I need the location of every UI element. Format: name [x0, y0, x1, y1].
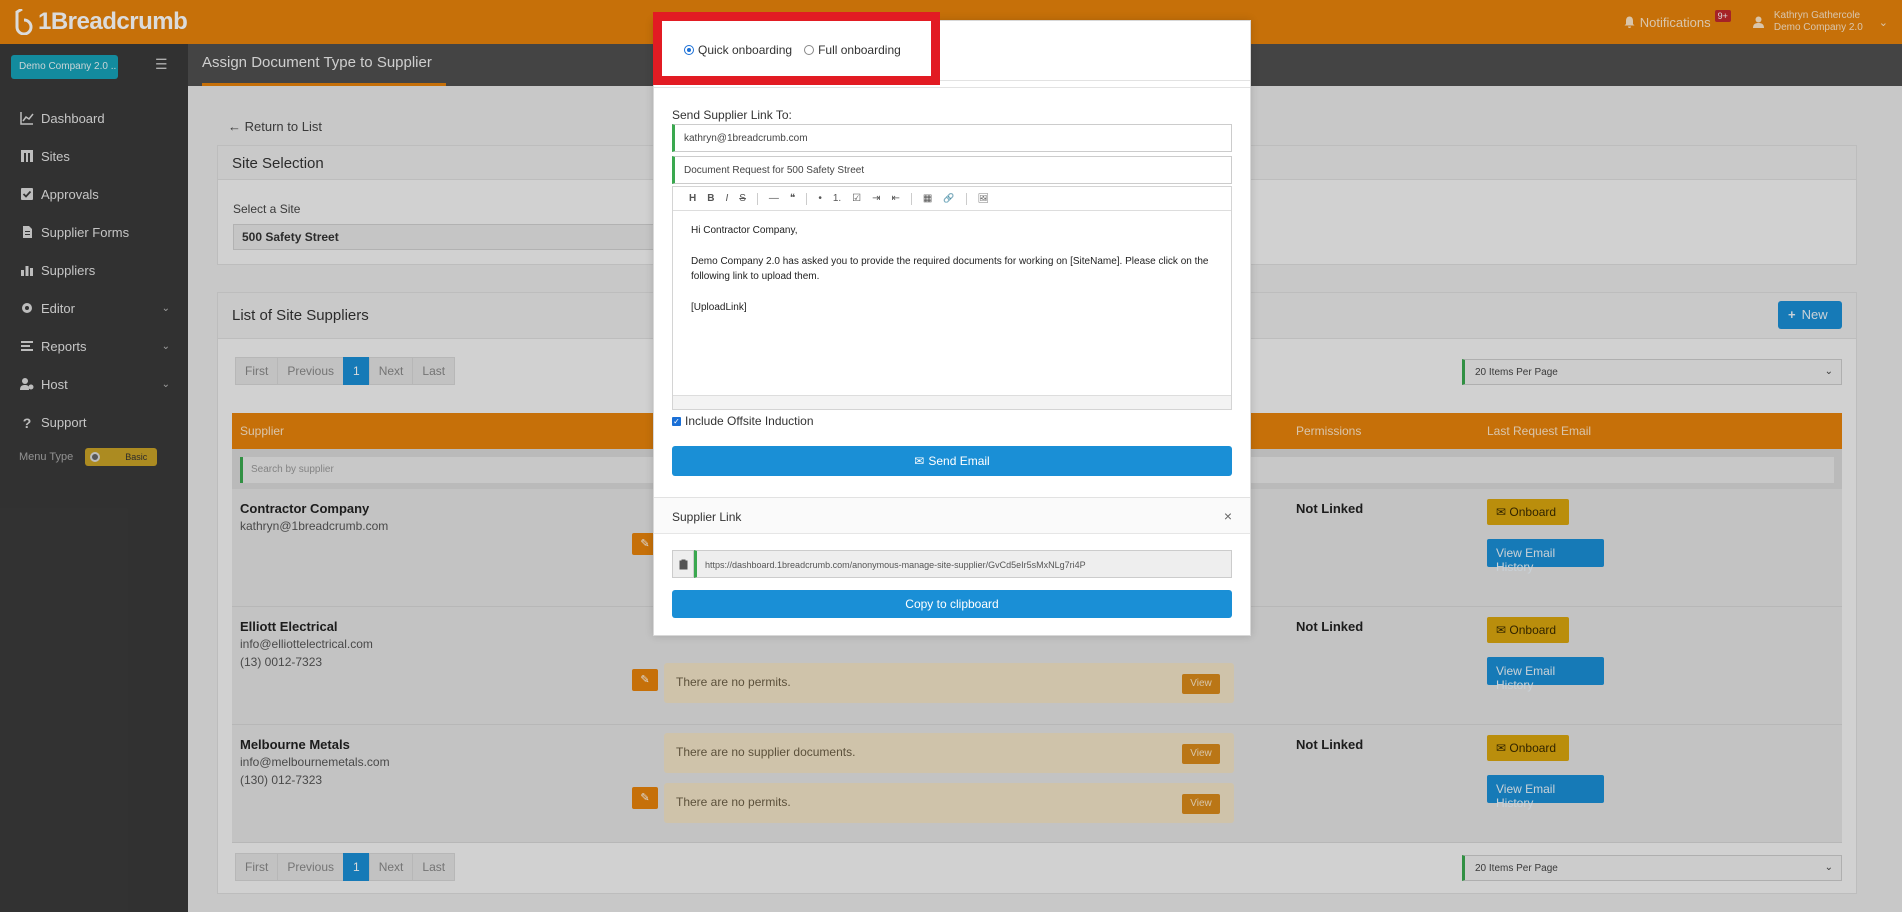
- include-offsite-induction[interactable]: ✓ Include Offsite Induction: [672, 414, 814, 428]
- send-email-label: Send Email: [928, 454, 990, 468]
- onboarding-modal: Quick onboarding Full onboarding Send Su…: [653, 12, 1251, 636]
- supplier-link-panel: Supplier Link × https://dashboard.1bread…: [654, 497, 1250, 635]
- modal-backdrop-left: [0, 0, 188, 912]
- italic-icon[interactable]: I: [725, 193, 728, 204]
- bullet-list-icon[interactable]: •: [818, 193, 822, 204]
- supplier-link-heading: Supplier Link: [672, 510, 742, 524]
- heading-icon[interactable]: H: [689, 193, 696, 204]
- bold-icon[interactable]: B: [707, 193, 714, 204]
- close-icon[interactable]: ×: [1224, 508, 1232, 524]
- strikethrough-icon[interactable]: S: [739, 193, 746, 204]
- ordered-list-icon[interactable]: 1.: [833, 193, 841, 204]
- editor-statusbar: [673, 395, 1231, 409]
- highlight-box: [653, 12, 940, 85]
- subject-input[interactable]: Document Request for 500 Safety Street: [672, 156, 1232, 184]
- copy-to-clipboard-button[interactable]: Copy to clipboard: [672, 590, 1232, 618]
- supplier-link-row: https://dashboard.1breadcrumb.com/anonym…: [672, 550, 1232, 578]
- recipient-email-input[interactable]: kathryn@1breadcrumb.com: [672, 124, 1232, 152]
- envelope-icon: ✉: [914, 454, 925, 468]
- send-to-label: Send Supplier Link To:: [672, 108, 792, 122]
- email-body-text[interactable]: Hi Contractor Company, Demo Company 2.0 …: [673, 211, 1231, 343]
- horizontal-rule-icon[interactable]: —: [769, 193, 779, 204]
- outdent-icon[interactable]: ⇤: [892, 193, 900, 204]
- send-email-button[interactable]: ✉ Send Email: [672, 446, 1232, 476]
- supplier-link-header: Supplier Link ×: [654, 498, 1250, 534]
- email-paragraph: Demo Company 2.0 has asked you to provid…: [691, 256, 1209, 282]
- indent-icon[interactable]: ⇥: [872, 193, 880, 204]
- task-list-icon[interactable]: ☑: [852, 193, 861, 204]
- include-offsite-label: Include Offsite Induction: [685, 414, 814, 428]
- image-icon[interactable]: 🖼: [978, 193, 989, 204]
- include-offsite-checkbox[interactable]: ✓: [672, 416, 681, 426]
- link-icon[interactable]: 🔗: [943, 193, 954, 204]
- clipboard-icon[interactable]: [672, 550, 694, 578]
- send-email-panel: Send Supplier Link To: kathryn@1breadcru…: [654, 87, 1250, 491]
- email-greeting: Hi Contractor Company,: [691, 225, 798, 236]
- email-body-editor: H B I S — ❝ • 1. ☑ ⇥ ⇤ ▦ 🔗 🖼 Hi Contract…: [672, 186, 1232, 410]
- email-upload-link-token: [UploadLink]: [691, 302, 747, 313]
- editor-toolbar: H B I S — ❝ • 1. ☑ ⇥ ⇤ ▦ 🔗 🖼: [673, 187, 1231, 211]
- supplier-link-input[interactable]: https://dashboard.1breadcrumb.com/anonym…: [694, 550, 1232, 578]
- quote-icon[interactable]: ❝: [790, 193, 795, 204]
- table-icon[interactable]: ▦: [923, 193, 932, 204]
